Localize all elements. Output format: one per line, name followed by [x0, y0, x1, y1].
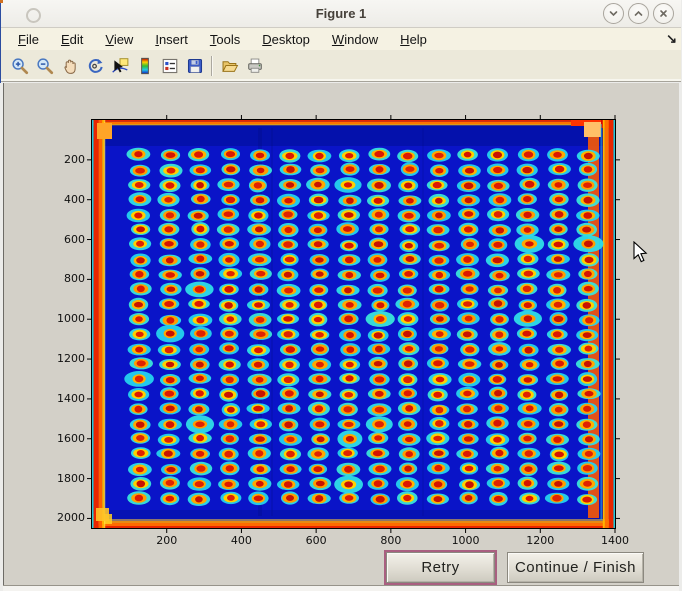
window-controls	[603, 3, 674, 24]
shade-button[interactable]	[603, 3, 624, 24]
close-button[interactable]	[653, 3, 674, 24]
menu-bar: FileEditViewInsertToolsDesktopWindowHelp	[1, 28, 681, 50]
window-border-accent	[0, 0, 1, 83]
menu-item-desktop[interactable]: Desktop	[251, 30, 321, 49]
toolbar-separator	[211, 56, 213, 76]
print-icon[interactable]	[243, 54, 266, 78]
insert-legend-icon[interactable]	[158, 54, 181, 78]
menu-item-file[interactable]: File	[7, 30, 50, 49]
menu-item-tools[interactable]: Tools	[199, 30, 251, 49]
menu-item-edit[interactable]: Edit	[50, 30, 94, 49]
chevron-up-icon	[633, 8, 644, 19]
window-border-bottom	[3, 585, 679, 591]
chevron-down-icon	[608, 8, 619, 19]
title-bar: Figure 1	[1, 0, 681, 28]
plate-heatmap-image	[92, 120, 615, 528]
menu-item-help[interactable]: Help	[389, 30, 438, 49]
unshade-button[interactable]	[628, 3, 649, 24]
menu-item-view[interactable]: View	[94, 30, 144, 49]
open-icon[interactable]	[218, 54, 241, 78]
close-icon	[658, 8, 669, 19]
continue-finish-button[interactable]: Continue / Finish	[507, 552, 644, 583]
window-title: Figure 1	[1, 0, 681, 27]
menu-item-insert[interactable]: Insert	[144, 30, 199, 49]
menu-overflow-arrow-icon[interactable]: ↘	[666, 31, 677, 47]
zoom-in-icon[interactable]	[8, 54, 31, 78]
data-cursor-icon[interactable]	[108, 54, 131, 78]
save-icon[interactable]	[183, 54, 206, 78]
zoom-out-icon[interactable]	[33, 54, 56, 78]
retry-button[interactable]: Retry	[386, 552, 495, 583]
insert-colorbar-icon[interactable]	[133, 54, 156, 78]
window-corner	[0, 0, 3, 3]
pan-icon[interactable]	[58, 54, 81, 78]
rotate-3d-icon[interactable]	[83, 54, 106, 78]
menu-item-window[interactable]: Window	[321, 30, 389, 49]
window-border-left	[3, 83, 4, 585]
toolbar	[1, 50, 681, 82]
figure-window: Figure 1 FileEditViewInsertToolsDesktopW…	[0, 0, 682, 591]
